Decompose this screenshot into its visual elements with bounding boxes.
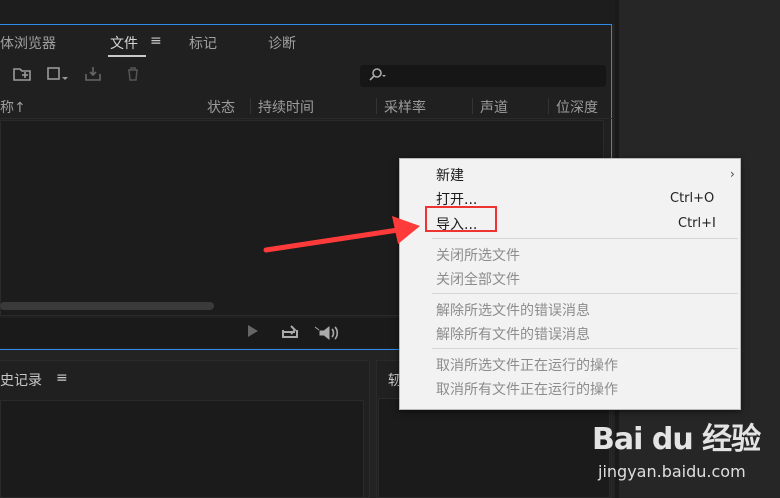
panel-menu-icon[interactable]: ≡ (150, 33, 162, 49)
column-header-name[interactable]: 称↑ (0, 97, 26, 117)
watermark-logo: Bai du 经验 (592, 422, 761, 457)
tab-diagnostics[interactable]: 诊断 (268, 33, 296, 53)
history-panel-title[interactable]: 史记录 (0, 370, 42, 390)
insert-icon[interactable] (46, 66, 68, 86)
context-menu: 新建 › 打开... Ctrl+O 导入... Ctrl+I 关闭所选文件 关闭… (399, 158, 741, 410)
open-folder-icon[interactable] (12, 66, 34, 86)
annotation-arrow (263, 216, 420, 253)
history-list[interactable] (0, 400, 364, 498)
column-header-status[interactable]: 状态 (207, 97, 235, 117)
horizontal-scrollbar[interactable] (0, 302, 214, 310)
column-divider[interactable] (376, 98, 377, 114)
menu-item-cancel-ops-all[interactable]: 取消所有文件正在运行的操作 (436, 379, 618, 399)
column-header-bit-depth[interactable]: 位深度 (556, 97, 598, 117)
menu-item-cancel-ops-selected[interactable]: 取消所选文件正在运行的操作 (436, 355, 618, 375)
search-input[interactable] (360, 65, 606, 87)
files-column-headers: 称↑ 状态 持续时间 采样率 声道 位深度 (0, 94, 612, 119)
column-header-channels[interactable]: 声道 (480, 97, 508, 117)
panel-menu-icon[interactable]: ≡ (56, 370, 68, 386)
delete-icon[interactable] (122, 66, 144, 86)
menu-separator (432, 293, 738, 294)
menu-separator (432, 348, 738, 349)
menu-item-close-selected[interactable]: 关闭所选文件 (436, 245, 520, 265)
search-icon (368, 67, 386, 87)
import-icon[interactable] (84, 66, 106, 86)
column-divider[interactable] (250, 98, 251, 114)
loop-icon[interactable] (280, 324, 300, 344)
column-divider[interactable] (548, 98, 549, 114)
column-header-duration[interactable]: 持续时间 (258, 97, 314, 117)
menu-item-close-all[interactable]: 关闭全部文件 (436, 269, 520, 289)
active-tab-underline (108, 55, 146, 57)
menu-separator (432, 238, 738, 239)
sort-ascending-icon: ↑ (14, 100, 26, 116)
menu-shortcut-import: Ctrl+I (678, 216, 716, 231)
chevron-right-icon: › (730, 167, 735, 181)
highlight-box (425, 206, 497, 232)
files-toolbar (0, 62, 612, 90)
column-divider[interactable] (472, 98, 473, 114)
menu-item-dismiss-errors-selected[interactable]: 解除所选文件的错误消息 (436, 300, 590, 320)
menu-shortcut-open: Ctrl+O (670, 191, 715, 206)
watermark-url: jingyan.baidu.com (598, 462, 746, 481)
right-bottom-panel-body (378, 398, 610, 498)
title-strip (0, 0, 615, 24)
autoplay-volume-icon[interactable] (314, 324, 342, 346)
menu-item-new[interactable]: 新建 (436, 165, 464, 185)
column-header-sample-rate[interactable]: 采样率 (384, 97, 426, 117)
tab-markers[interactable]: 标记 (189, 33, 217, 53)
play-icon[interactable] (246, 324, 260, 342)
tab-media-browser[interactable]: 体浏览器 (0, 33, 56, 53)
files-panel-tabs: 体浏览器 文件 ≡ 标记 诊断 (0, 30, 612, 57)
menu-item-dismiss-errors-all[interactable]: 解除所有文件的错误消息 (436, 324, 590, 344)
tab-files[interactable]: 文件 (110, 33, 138, 53)
